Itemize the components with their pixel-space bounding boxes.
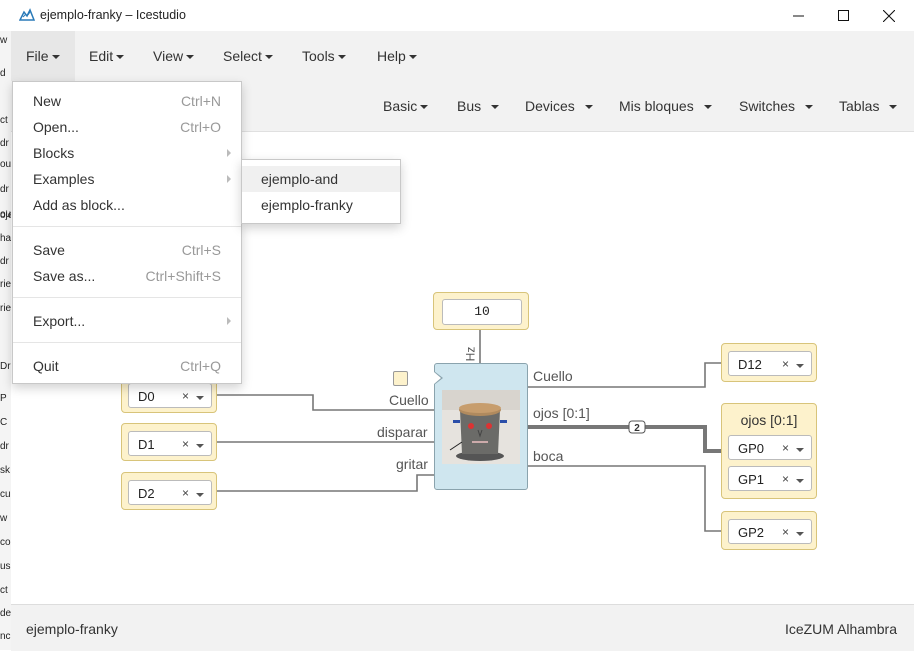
pin-select-gp0[interactable]: GP0 × xyxy=(728,435,812,460)
clock-input-pin[interactable] xyxy=(393,371,408,386)
pin-value: D0 xyxy=(138,389,155,404)
submenu-arrow-icon xyxy=(227,175,231,183)
pin-value: D12 xyxy=(738,357,762,372)
pin-value: D1 xyxy=(138,437,155,452)
hz-port-label: Hz xyxy=(463,346,478,362)
file-menu-dropdown: New Ctrl+N Open... Ctrl+O Blocks Examples … xyxy=(12,81,242,384)
board-selector[interactable]: IceZUM Alhambra xyxy=(785,621,897,637)
franky-port-cuello-in: Cuello xyxy=(389,392,429,408)
pin-select-d0[interactable]: D0 × xyxy=(128,383,212,408)
dropdown-arrow-icon xyxy=(196,493,204,497)
menu-item-export[interactable]: Export... xyxy=(13,308,241,334)
franky-port-ojos: ojos [0:1] xyxy=(533,405,590,421)
pin-select-gp2[interactable]: GP2 × xyxy=(728,519,812,544)
bus-width-label: 2 xyxy=(634,423,640,434)
menu-item-quit[interactable]: Quit Ctrl+Q xyxy=(13,353,241,379)
pin-value: GP2 xyxy=(738,525,765,540)
menu-item-new[interactable]: New Ctrl+N xyxy=(13,88,241,114)
menu-item-save[interactable]: Save Ctrl+S xyxy=(13,237,241,263)
input-block-d2[interactable]: D2 × xyxy=(121,472,217,510)
input-block-d1[interactable]: D1 × xyxy=(121,423,217,461)
menu-item-blocks[interactable]: Blocks xyxy=(13,140,241,166)
franky-robot-image xyxy=(442,390,520,464)
franky-block[interactable] xyxy=(434,363,528,490)
example-item-ejemplo-franky[interactable]: ejemplo-franky xyxy=(242,192,400,218)
franky-port-disparar: disparar xyxy=(377,424,428,440)
franky-port-gritar: gritar xyxy=(396,456,428,472)
output-block-cuello[interactable]: D12 × xyxy=(721,343,817,382)
clock-port-icon-inner xyxy=(434,372,441,384)
pin-value: D2 xyxy=(138,486,155,501)
pin-value: GP0 xyxy=(738,441,765,456)
clear-icon[interactable]: × xyxy=(782,525,789,539)
example-item-ejemplo-and[interactable]: ejemplo-and xyxy=(242,166,400,192)
dropdown-arrow-icon xyxy=(796,532,804,536)
output-block-ojos[interactable]: ojos [0:1] GP0 × GP1 × xyxy=(721,403,817,499)
clear-icon[interactable]: × xyxy=(182,437,189,451)
franky-port-cuello-out: Cuello xyxy=(533,368,573,384)
clear-icon[interactable]: × xyxy=(182,389,189,403)
dropdown-arrow-icon xyxy=(796,479,804,483)
submenu-arrow-icon xyxy=(227,149,231,157)
menu-item-save-as[interactable]: Save as... Ctrl+Shift+S xyxy=(13,263,241,289)
project-name: ejemplo-franky xyxy=(26,621,118,637)
dropdown-arrow-icon xyxy=(196,444,204,448)
constant-value-field[interactable]: 10 xyxy=(442,299,522,325)
franky-port-boca: boca xyxy=(533,448,564,464)
dropdown-arrow-icon xyxy=(196,396,204,400)
constant-block[interactable]: 10 xyxy=(433,292,529,330)
menu-divider xyxy=(13,342,241,343)
clear-icon[interactable]: × xyxy=(182,486,189,500)
pin-select-d1[interactable]: D1 × xyxy=(128,431,212,456)
clear-icon[interactable]: × xyxy=(782,472,789,486)
pin-select-gp1[interactable]: GP1 × xyxy=(728,466,812,491)
output-block-boca[interactable]: GP2 × xyxy=(721,511,817,550)
clear-icon[interactable]: × xyxy=(782,357,789,371)
dropdown-arrow-icon xyxy=(796,448,804,452)
status-bar: ejemplo-franky IceZUM Alhambra xyxy=(11,604,914,651)
menu-item-examples[interactable]: Examples xyxy=(13,166,241,192)
wire-d2 xyxy=(216,474,434,492)
bus-width-marker: 2 xyxy=(628,420,646,434)
ojos-block-title: ojos [0:1] xyxy=(740,412,798,428)
dropdown-arrow-icon xyxy=(796,364,804,368)
submenu-arrow-icon xyxy=(227,317,231,325)
pin-value: GP1 xyxy=(738,472,765,487)
menu-divider xyxy=(13,226,241,227)
menu-divider xyxy=(13,297,241,298)
examples-submenu: ejemplo-and ejemplo-franky xyxy=(241,159,401,224)
menu-item-add-as-block[interactable]: Add as block... xyxy=(13,192,241,218)
clear-icon[interactable]: × xyxy=(782,441,789,455)
pin-select-d2[interactable]: D2 × xyxy=(128,480,212,505)
menu-item-open[interactable]: Open... Ctrl+O xyxy=(13,114,241,140)
pin-select-d12[interactable]: D12 × xyxy=(728,351,812,376)
wire-boca-out xyxy=(528,465,722,532)
